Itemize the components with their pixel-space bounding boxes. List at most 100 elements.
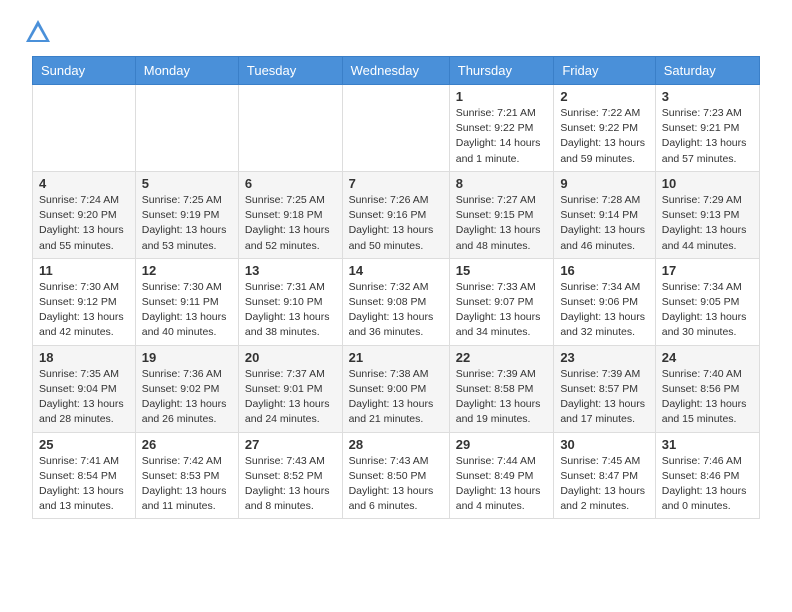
- day-header-wednesday: Wednesday: [342, 57, 449, 85]
- day-info: Sunrise: 7:34 AM Sunset: 9:06 PM Dayligh…: [560, 280, 648, 341]
- day-info: Sunrise: 7:44 AM Sunset: 8:49 PM Dayligh…: [456, 454, 548, 515]
- day-number: 24: [662, 350, 753, 365]
- day-info: Sunrise: 7:39 AM Sunset: 8:58 PM Dayligh…: [456, 367, 548, 428]
- day-cell: 17 Sunrise: 7:34 AM Sunset: 9:05 PM Dayli…: [655, 258, 759, 345]
- day-cell: 12Sunrise: 7:30 AM Sunset: 9:11 PM Dayli…: [135, 258, 238, 345]
- day-header-tuesday: Tuesday: [238, 57, 342, 85]
- day-cell: [135, 85, 238, 172]
- day-number: 1: [456, 89, 548, 104]
- day-cell: 22Sunrise: 7:39 AM Sunset: 8:58 PM Dayli…: [449, 345, 554, 432]
- day-info: Sunrise: 7:25 AM Sunset: 9:19 PM Dayligh…: [142, 193, 232, 254]
- day-info: Sunrise: 7:39 AM Sunset: 8:57 PM Dayligh…: [560, 367, 648, 428]
- day-info: Sunrise: 7:24 AM Sunset: 9:20 PM Dayligh…: [39, 193, 129, 254]
- day-number: 17: [662, 263, 753, 278]
- day-number: 26: [142, 437, 232, 452]
- day-number: 19: [142, 350, 232, 365]
- day-cell: 13Sunrise: 7:31 AM Sunset: 9:10 PM Dayli…: [238, 258, 342, 345]
- day-cell: 16 Sunrise: 7:34 AM Sunset: 9:06 PM Dayli…: [554, 258, 655, 345]
- day-cell: 3 Sunrise: 7:23 AM Sunset: 9:21 PM Daylig…: [655, 85, 759, 172]
- day-number: 4: [39, 176, 129, 191]
- day-number: 11: [39, 263, 129, 278]
- logo: [24, 18, 56, 46]
- day-info: Sunrise: 7:34 AM Sunset: 9:05 PM Dayligh…: [662, 280, 753, 341]
- day-cell: 15 Sunrise: 7:33 AM Sunset: 9:07 PM Dayli…: [449, 258, 554, 345]
- day-cell: 9 Sunrise: 7:28 AM Sunset: 9:14 PM Daylig…: [554, 171, 655, 258]
- day-cell: 8 Sunrise: 7:27 AM Sunset: 9:15 PM Daylig…: [449, 171, 554, 258]
- day-cell: [238, 85, 342, 172]
- day-number: 16: [560, 263, 648, 278]
- day-cell: 6Sunrise: 7:25 AM Sunset: 9:18 PM Daylig…: [238, 171, 342, 258]
- day-number: 27: [245, 437, 336, 452]
- calendar-body: 1Sunrise: 7:21 AM Sunset: 9:22 PM Daylig…: [33, 85, 760, 519]
- day-cell: 25 Sunrise: 7:41 AM Sunset: 8:54 PM Dayli…: [33, 432, 136, 519]
- day-info: Sunrise: 7:35 AM Sunset: 9:04 PM Dayligh…: [39, 367, 129, 428]
- day-info: Sunrise: 7:33 AM Sunset: 9:07 PM Dayligh…: [456, 280, 548, 341]
- day-info: Sunrise: 7:32 AM Sunset: 9:08 PM Dayligh…: [349, 280, 443, 341]
- day-header-saturday: Saturday: [655, 57, 759, 85]
- day-cell: 24 Sunrise: 7:40 AM Sunset: 8:56 PM Dayli…: [655, 345, 759, 432]
- calendar-wrapper: SundayMondayTuesdayWednesdayThursdayFrid…: [0, 56, 792, 519]
- day-info: Sunrise: 7:28 AM Sunset: 9:14 PM Dayligh…: [560, 193, 648, 254]
- day-cell: 27Sunrise: 7:43 AM Sunset: 8:52 PM Dayli…: [238, 432, 342, 519]
- week-row-1: 1Sunrise: 7:21 AM Sunset: 9:22 PM Daylig…: [33, 85, 760, 172]
- day-info: Sunrise: 7:41 AM Sunset: 8:54 PM Dayligh…: [39, 454, 129, 515]
- day-cell: 26 Sunrise: 7:42 AM Sunset: 8:53 PM Dayli…: [135, 432, 238, 519]
- day-number: 31: [662, 437, 753, 452]
- day-number: 28: [349, 437, 443, 452]
- day-number: 20: [245, 350, 336, 365]
- day-cell: [342, 85, 449, 172]
- day-info: Sunrise: 7:42 AM Sunset: 8:53 PM Dayligh…: [142, 454, 232, 515]
- day-number: 21: [349, 350, 443, 365]
- day-number: 15: [456, 263, 548, 278]
- day-cell: 5 Sunrise: 7:25 AM Sunset: 9:19 PM Daylig…: [135, 171, 238, 258]
- day-cell: 19Sunrise: 7:36 AM Sunset: 9:02 PM Dayli…: [135, 345, 238, 432]
- day-number: 30: [560, 437, 648, 452]
- page-header: [0, 0, 792, 56]
- day-info: Sunrise: 7:30 AM Sunset: 9:12 PM Dayligh…: [39, 280, 129, 341]
- day-cell: 30 Sunrise: 7:45 AM Sunset: 8:47 PM Dayli…: [554, 432, 655, 519]
- day-number: 3: [662, 89, 753, 104]
- day-cell: 7Sunrise: 7:26 AM Sunset: 9:16 PM Daylig…: [342, 171, 449, 258]
- day-cell: 31 Sunrise: 7:46 AM Sunset: 8:46 PM Dayli…: [655, 432, 759, 519]
- day-cell: 20 Sunrise: 7:37 AM Sunset: 9:01 PM Dayli…: [238, 345, 342, 432]
- day-info: Sunrise: 7:37 AM Sunset: 9:01 PM Dayligh…: [245, 367, 336, 428]
- calendar-header: SundayMondayTuesdayWednesdayThursdayFrid…: [33, 57, 760, 85]
- day-info: Sunrise: 7:46 AM Sunset: 8:46 PM Dayligh…: [662, 454, 753, 515]
- day-number: 9: [560, 176, 648, 191]
- header-row: SundayMondayTuesdayWednesdayThursdayFrid…: [33, 57, 760, 85]
- day-cell: 14 Sunrise: 7:32 AM Sunset: 9:08 PM Dayli…: [342, 258, 449, 345]
- week-row-4: 18 Sunrise: 7:35 AM Sunset: 9:04 PM Dayli…: [33, 345, 760, 432]
- day-header-monday: Monday: [135, 57, 238, 85]
- day-info: Sunrise: 7:26 AM Sunset: 9:16 PM Dayligh…: [349, 193, 443, 254]
- day-number: 8: [456, 176, 548, 191]
- day-number: 23: [560, 350, 648, 365]
- day-info: Sunrise: 7:40 AM Sunset: 8:56 PM Dayligh…: [662, 367, 753, 428]
- day-header-friday: Friday: [554, 57, 655, 85]
- day-number: 12: [142, 263, 232, 278]
- day-cell: [33, 85, 136, 172]
- day-number: 18: [39, 350, 129, 365]
- day-info: Sunrise: 7:43 AM Sunset: 8:50 PM Dayligh…: [349, 454, 443, 515]
- day-number: 5: [142, 176, 232, 191]
- day-number: 14: [349, 263, 443, 278]
- day-cell: 2Sunrise: 7:22 AM Sunset: 9:22 PM Daylig…: [554, 85, 655, 172]
- day-info: Sunrise: 7:22 AM Sunset: 9:22 PM Dayligh…: [560, 106, 648, 167]
- week-row-5: 25 Sunrise: 7:41 AM Sunset: 8:54 PM Dayli…: [33, 432, 760, 519]
- day-number: 10: [662, 176, 753, 191]
- day-header-thursday: Thursday: [449, 57, 554, 85]
- calendar-table: SundayMondayTuesdayWednesdayThursdayFrid…: [32, 56, 760, 519]
- week-row-3: 11 Sunrise: 7:30 AM Sunset: 9:12 PM Dayli…: [33, 258, 760, 345]
- day-cell: 4 Sunrise: 7:24 AM Sunset: 9:20 PM Daylig…: [33, 171, 136, 258]
- week-row-2: 4 Sunrise: 7:24 AM Sunset: 9:20 PM Daylig…: [33, 171, 760, 258]
- day-info: Sunrise: 7:45 AM Sunset: 8:47 PM Dayligh…: [560, 454, 648, 515]
- day-header-sunday: Sunday: [33, 57, 136, 85]
- day-info: Sunrise: 7:29 AM Sunset: 9:13 PM Dayligh…: [662, 193, 753, 254]
- day-number: 25: [39, 437, 129, 452]
- day-number: 29: [456, 437, 548, 452]
- day-info: Sunrise: 7:27 AM Sunset: 9:15 PM Dayligh…: [456, 193, 548, 254]
- day-number: 13: [245, 263, 336, 278]
- day-info: Sunrise: 7:23 AM Sunset: 9:21 PM Dayligh…: [662, 106, 753, 167]
- day-cell: 29 Sunrise: 7:44 AM Sunset: 8:49 PM Dayli…: [449, 432, 554, 519]
- day-cell: 11 Sunrise: 7:30 AM Sunset: 9:12 PM Dayli…: [33, 258, 136, 345]
- day-number: 6: [245, 176, 336, 191]
